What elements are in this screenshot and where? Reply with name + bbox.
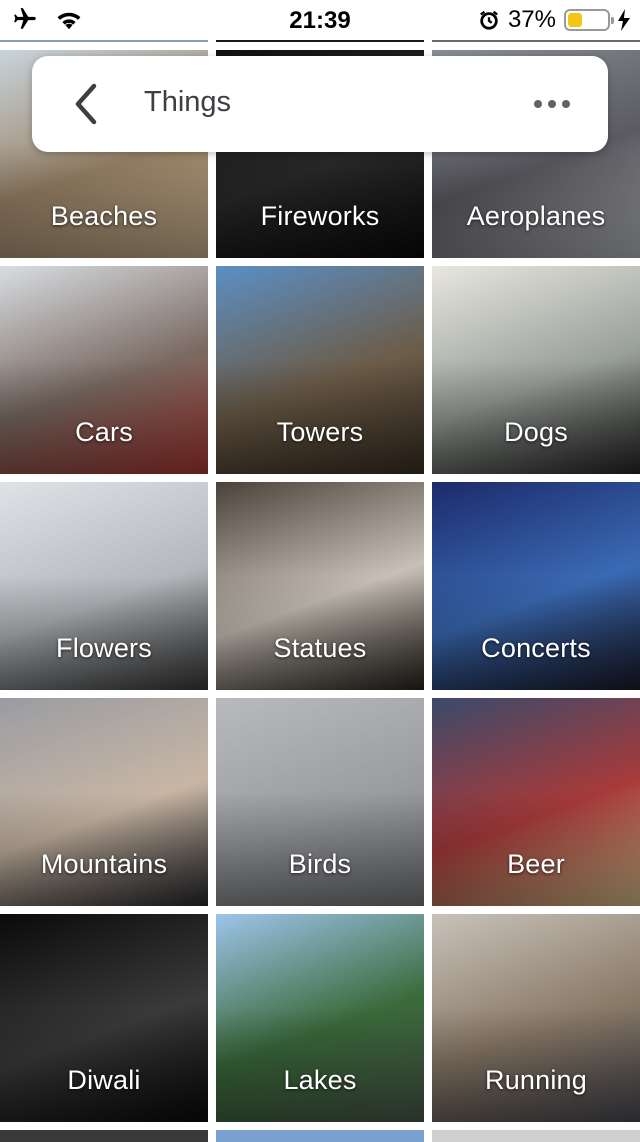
photo-tile-lakes[interactable]: Lakes: [216, 914, 424, 1122]
photo-tile-birds[interactable]: Birds: [216, 698, 424, 906]
battery-level: [568, 13, 582, 27]
photo-tile-partial[interactable]: [432, 1130, 640, 1142]
alarm-icon: [480, 10, 498, 30]
tile-label: Cars: [75, 417, 133, 447]
search-header: Things: [32, 56, 608, 152]
chevron-left-icon: [75, 83, 97, 125]
photo-tile-towers[interactable]: Towers: [216, 266, 424, 474]
tile-label: Birds: [288, 849, 352, 879]
photo-tile-partial[interactable]: [216, 1130, 424, 1142]
tile-label: Beaches: [50, 201, 158, 231]
photo-tile-concerts[interactable]: Concerts: [432, 482, 640, 690]
photo-tile-partial[interactable]: [0, 1130, 208, 1142]
tile-label: Statues: [273, 633, 367, 663]
tile-label: Flowers: [56, 633, 152, 663]
tile-label: Fireworks: [260, 201, 380, 231]
page-title: Things: [144, 86, 232, 118]
status-bar: 21:39 37%: [0, 0, 640, 40]
photo-tile-dogs[interactable]: Dogs: [432, 266, 640, 474]
tile-label: Mountains: [40, 849, 168, 879]
photo-tile-mountains[interactable]: Mountains: [0, 698, 208, 906]
back-button[interactable]: [68, 80, 108, 128]
tile-label: Lakes: [283, 1065, 357, 1095]
photo-tile-cars[interactable]: Cars: [0, 266, 208, 474]
tile-label: Aeroplanes: [466, 201, 606, 231]
tile-label: Beer: [507, 849, 565, 879]
photo-tile-flowers[interactable]: Flowers: [0, 482, 208, 690]
tile-label: Dogs: [504, 417, 568, 447]
tile-label: Running: [485, 1065, 587, 1095]
status-bar-right: 37%: [478, 6, 630, 34]
tile-label: Towers: [276, 417, 364, 447]
battery-percent: 37%: [507, 6, 556, 33]
more-horizontal-icon: [534, 100, 570, 108]
photo-tile-statues[interactable]: Statues: [216, 482, 424, 690]
tile-label: Diwali: [67, 1065, 141, 1095]
more-options-button[interactable]: [532, 86, 572, 122]
battery-icon: [564, 9, 614, 31]
charging-icon: [618, 9, 630, 31]
photo-tile-diwali[interactable]: Diwali: [0, 914, 208, 1122]
photo-tile-running[interactable]: Running: [432, 914, 640, 1122]
photo-tile-beer[interactable]: Beer: [432, 698, 640, 906]
tile-label: Concerts: [481, 633, 591, 663]
